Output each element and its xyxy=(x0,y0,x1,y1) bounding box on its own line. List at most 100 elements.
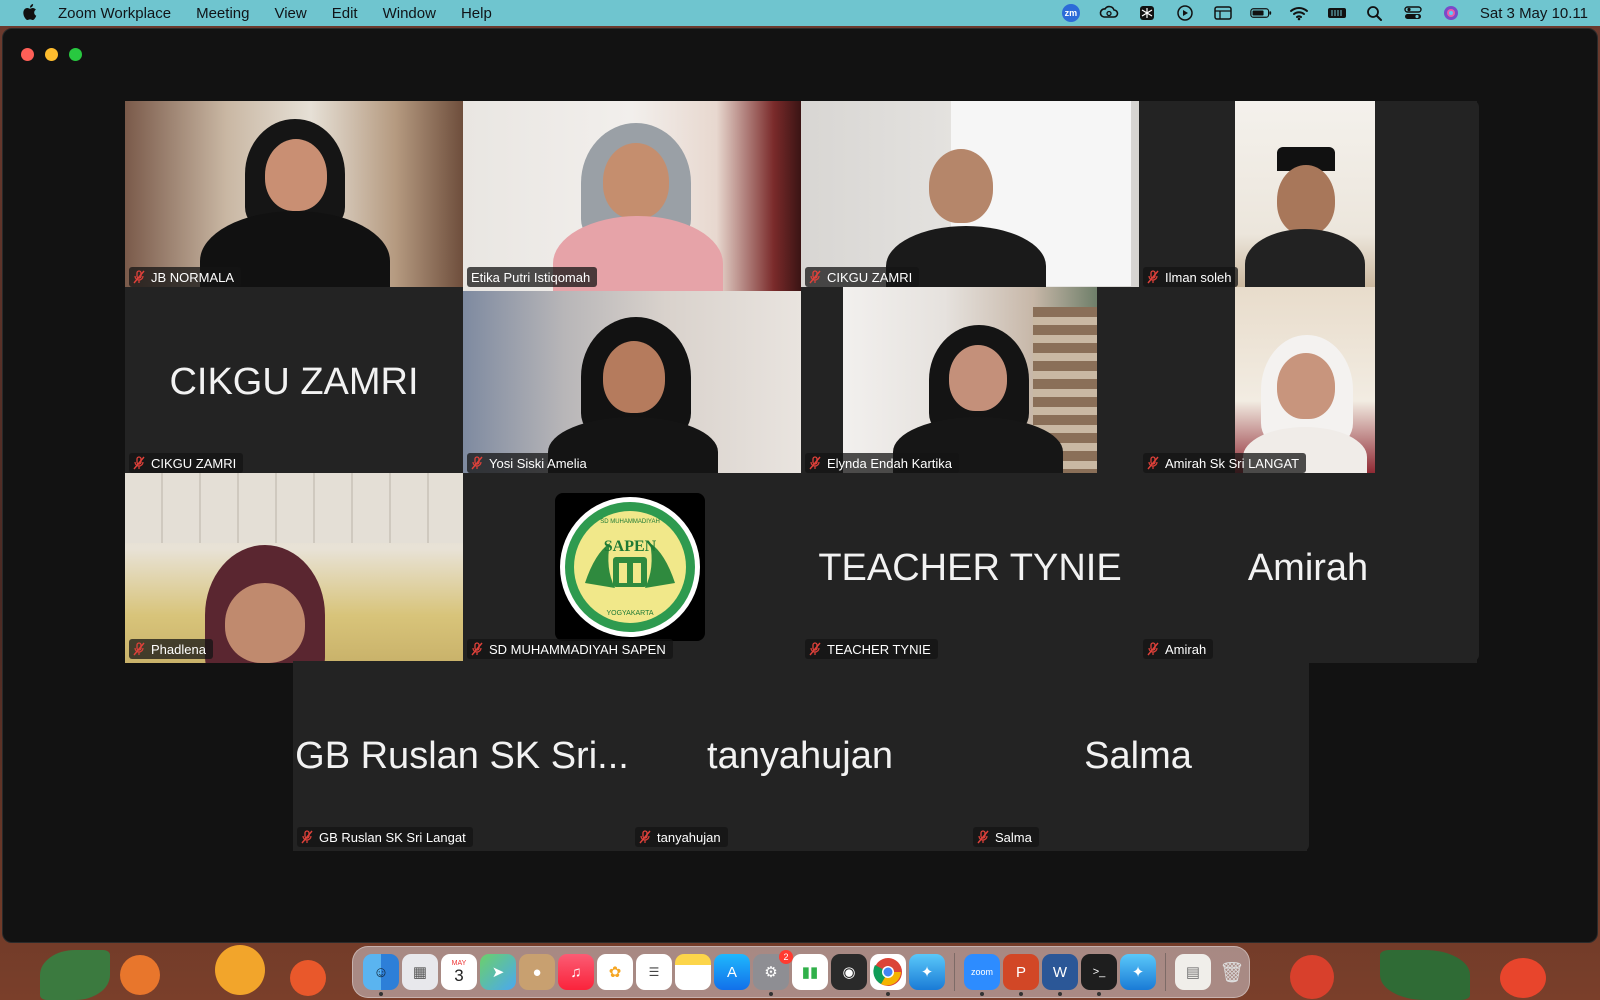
wallpaper-flower xyxy=(1290,955,1334,999)
muted-mic-icon xyxy=(809,270,821,284)
muted-mic-icon xyxy=(809,642,821,656)
screenshot-icon[interactable]: ◉ xyxy=(831,954,867,990)
app-store-icon[interactable]: A xyxy=(714,954,750,990)
menu-edit[interactable]: Edit xyxy=(332,5,371,22)
participant-video xyxy=(463,101,801,291)
gallery-view-row-4: GB Ruslan SK Sri... GB Ruslan SK Sri Lan… xyxy=(293,661,1309,851)
participant-tile[interactable]: Amirah Sk Sri LANGAT xyxy=(1139,287,1477,477)
terminal-icon[interactable]: >_ xyxy=(1081,954,1117,996)
perplexity-icon[interactable] xyxy=(1136,4,1158,22)
muted-mic-icon xyxy=(133,642,145,656)
participant-tile[interactable]: CIKGU ZAMRI CIKGU ZAMRI xyxy=(125,287,463,477)
participant-nameplate: SD MUHAMMADIYAH SAPEN xyxy=(467,639,673,659)
music-icon[interactable]: ♫ xyxy=(558,954,594,990)
participant-name: Elynda Endah Kartika xyxy=(827,455,953,471)
menu-window[interactable]: Window xyxy=(383,5,449,22)
participant-tile[interactable]: Elynda Endah Kartika xyxy=(801,287,1139,477)
participant-video xyxy=(1235,101,1375,291)
safari-icon[interactable]: ✦ xyxy=(909,954,945,990)
muted-mic-icon xyxy=(977,830,989,844)
muted-mic-icon xyxy=(471,456,483,470)
participant-tile[interactable]: GB Ruslan SK Sri... GB Ruslan SK Sri Lan… xyxy=(293,661,631,851)
menu-help[interactable]: Help xyxy=(461,5,505,22)
window-manager-icon[interactable] xyxy=(1212,4,1234,22)
participant-tile[interactable]: SAPEN SD MUHAMMADIYAH YOGYAKARTA SD MUHA… xyxy=(463,473,801,663)
menu-view[interactable]: View xyxy=(274,5,319,22)
participant-video xyxy=(125,473,463,663)
participant-tile[interactable]: Yosi Siski Amelia xyxy=(463,287,801,477)
memory-icon[interactable] xyxy=(1326,4,1348,22)
participant-tile[interactable]: Ilman soleh xyxy=(1139,101,1477,291)
dock: ☺ ▦ MAY 3 ➤ ● ♫ ✿ ☰ A ⚙ 2 ▮▮ ◉ ✦ zoom P W… xyxy=(352,946,1250,998)
downloads-stack-icon[interactable]: ▤ xyxy=(1175,954,1211,990)
muted-mic-icon xyxy=(1147,456,1159,470)
muted-mic-icon xyxy=(133,456,145,470)
status-area: zm Sat 3 May 10.11 xyxy=(1052,0,1588,26)
participant-display-name: TEACHER TYNIE xyxy=(818,546,1122,589)
control-center-icon[interactable] xyxy=(1402,4,1424,22)
finder-icon[interactable]: ☺ xyxy=(363,954,399,996)
participant-nameplate: CIKGU ZAMRI xyxy=(805,267,920,287)
trash-icon[interactable]: 🗑 xyxy=(1214,954,1250,990)
minimize-window-button[interactable] xyxy=(45,48,58,61)
wallpaper-flower xyxy=(1500,958,1546,998)
participant-name: CIKGU ZAMRI xyxy=(827,269,913,285)
svg-text:YOGYAKARTA: YOGYAKARTA xyxy=(606,610,653,617)
powerpoint-icon[interactable]: P xyxy=(1003,954,1039,996)
participant-name: SD MUHAMMADIYAH SAPEN xyxy=(489,641,666,657)
chrome-icon[interactable] xyxy=(870,954,906,996)
participant-tile[interactable]: JB NORMALA xyxy=(125,101,463,291)
creative-cloud-icon[interactable] xyxy=(1098,4,1120,22)
wifi-icon[interactable] xyxy=(1288,4,1310,22)
muted-mic-icon xyxy=(471,642,483,656)
participant-tile[interactable]: TEACHER TYNIE TEACHER TYNIE xyxy=(801,473,1139,663)
participant-tile[interactable]: Phadlena xyxy=(125,473,463,663)
participant-tile-active-speaker[interactable]: Etika Putri Istiqomah xyxy=(463,101,801,291)
muted-mic-icon xyxy=(1147,270,1159,284)
calendar-icon[interactable]: MAY 3 xyxy=(441,954,477,990)
launchpad-icon[interactable]: ▦ xyxy=(402,954,438,990)
apple-menu-icon[interactable] xyxy=(0,3,58,23)
participant-video xyxy=(801,101,1139,291)
wallpaper-leaf xyxy=(40,950,110,1000)
participant-nameplate: JB NORMALA xyxy=(129,267,242,287)
participant-tile[interactable]: Amirah Amirah xyxy=(1139,473,1477,663)
participant-tile[interactable]: CIKGU ZAMRI xyxy=(801,101,1139,291)
siri-icon[interactable] xyxy=(1440,4,1462,22)
participant-nameplate: Phadlena xyxy=(129,639,213,659)
muted-mic-icon xyxy=(301,830,313,844)
play-circle-icon[interactable] xyxy=(1174,4,1196,22)
zoom-status-icon[interactable]: zm xyxy=(1060,4,1082,22)
school-logo: SAPEN SD MUHAMMADIYAH YOGYAKARTA xyxy=(555,493,705,641)
participant-nameplate: Salma xyxy=(973,827,1039,847)
participant-tile[interactable]: tanyahujan tanyahujan xyxy=(631,661,969,851)
photos-icon[interactable]: ✿ xyxy=(597,954,633,990)
battery-icon[interactable] xyxy=(1250,4,1272,22)
zoom-app-icon[interactable]: zoom xyxy=(964,954,1000,996)
clock[interactable]: Sat 3 May 10.11 xyxy=(1480,5,1588,22)
participant-name: TEACHER TYNIE xyxy=(827,641,931,657)
participant-name: Amirah xyxy=(1165,641,1207,657)
close-window-button[interactable] xyxy=(21,48,34,61)
system-settings-icon[interactable]: ⚙ 2 xyxy=(753,950,793,996)
participant-display-name: Amirah xyxy=(1247,546,1369,589)
participant-display-name: tanyahujan xyxy=(707,734,893,777)
notes-icon[interactable] xyxy=(675,954,711,990)
participant-name: JB NORMALA xyxy=(151,269,235,285)
safari-window-icon[interactable]: ✦ xyxy=(1120,954,1156,990)
search-icon[interactable] xyxy=(1364,4,1386,22)
participant-video xyxy=(125,101,463,291)
fullscreen-window-button[interactable] xyxy=(69,48,82,61)
participant-display-name: Salma xyxy=(1084,734,1192,777)
svg-text:SAPEN: SAPEN xyxy=(604,538,657,555)
participant-nameplate: Amirah Sk Sri LANGAT xyxy=(1143,453,1307,473)
maps-icon[interactable]: ➤ xyxy=(480,954,516,990)
contacts-icon[interactable]: ● xyxy=(519,954,555,990)
participant-tile[interactable]: Salma Salma xyxy=(969,661,1307,851)
menu-app-name[interactable]: Zoom Workplace xyxy=(58,5,184,22)
participant-nameplate: Yosi Siski Amelia xyxy=(467,453,594,473)
word-icon[interactable]: W xyxy=(1042,954,1078,996)
reminders-icon[interactable]: ☰ xyxy=(636,954,672,990)
menu-meeting[interactable]: Meeting xyxy=(196,5,262,22)
numbers-icon[interactable]: ▮▮ xyxy=(792,954,828,990)
